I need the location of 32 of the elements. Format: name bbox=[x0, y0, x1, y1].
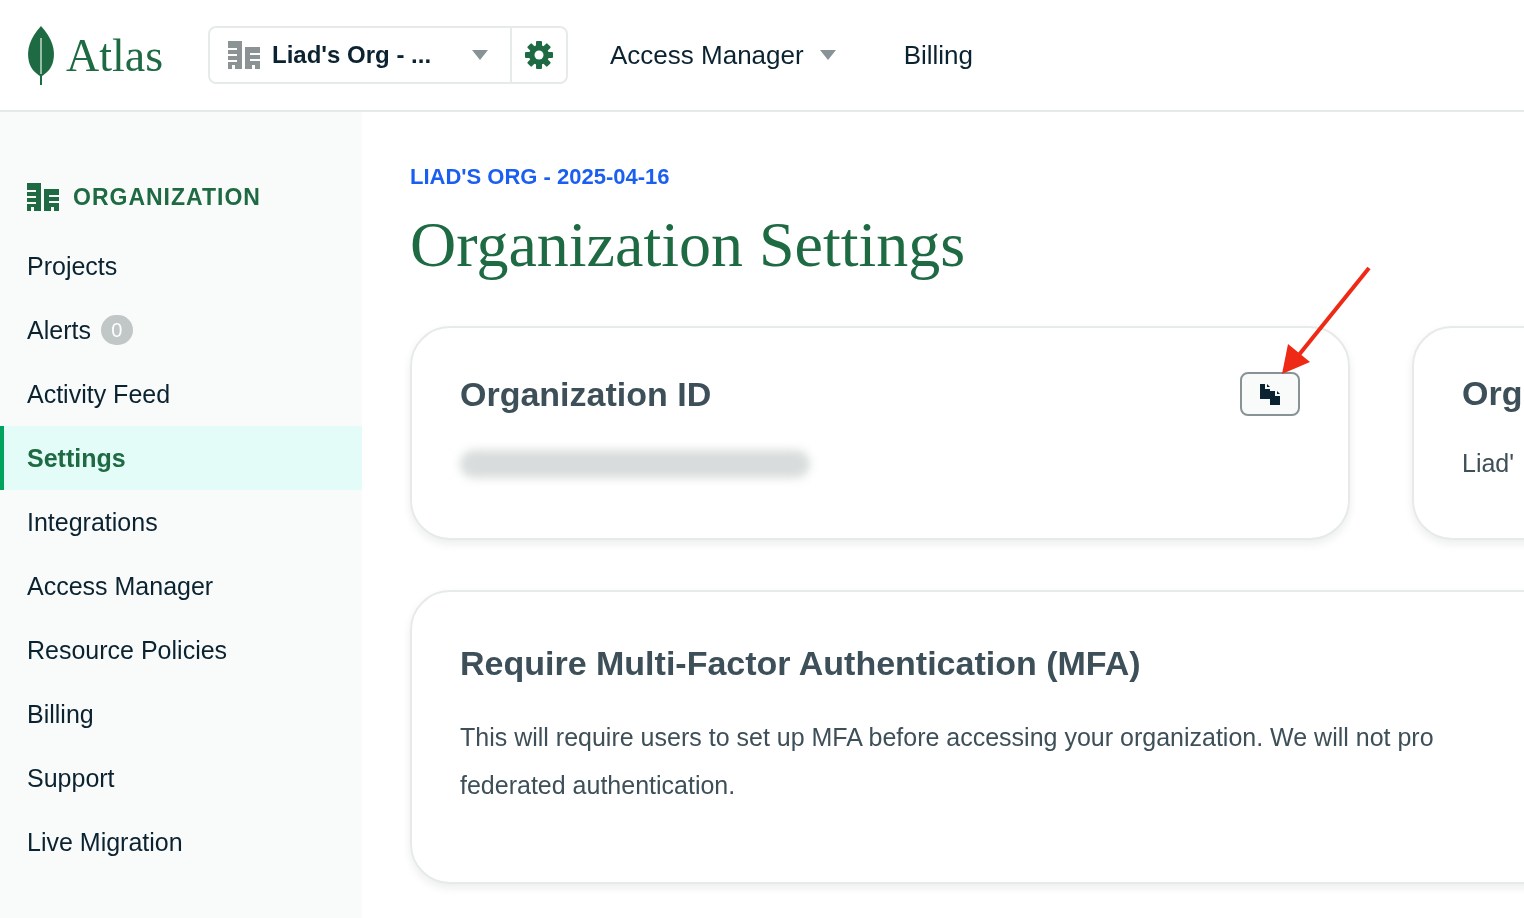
nav-dropdown[interactable]: Access Manager bbox=[610, 39, 836, 71]
card-value: Liad' bbox=[1462, 449, 1516, 478]
card-title: Organization ID bbox=[460, 374, 712, 414]
nav-link[interactable]: Billing bbox=[903, 39, 974, 71]
org-selector[interactable]: Liad's Org - ... bbox=[208, 26, 568, 84]
leaf-icon bbox=[26, 24, 56, 86]
logo-text: Atlas bbox=[66, 28, 164, 82]
caret-icon bbox=[819, 50, 836, 60]
section-heading: ORGANIZATION bbox=[73, 183, 261, 211]
description: This will require users to set up MFA before accessing your organization. We will not pro federated authentication. bbox=[460, 722, 1435, 801]
sidebar-item[interactable]: Alerts 0 bbox=[0, 298, 362, 362]
settings-icon bbox=[524, 40, 554, 70]
card-title: Org bbox=[1462, 374, 1524, 413]
breadcrumb: LIAD'S ORG - 2025-04-16 bbox=[410, 164, 671, 190]
card-title: Require Multi-Factor Authentication (MFA) bbox=[460, 644, 1141, 682]
page-title: Organization Settings bbox=[410, 208, 967, 282]
copy-button[interactable] bbox=[1240, 372, 1300, 416]
org-name: Liad's Org - ... bbox=[272, 41, 433, 69]
copy-icon bbox=[1257, 382, 1283, 406]
sidebar-item[interactable]: Resource Policies bbox=[0, 618, 362, 682]
sidebar-item[interactable]: Activity Feed bbox=[0, 362, 362, 426]
sidebar-item[interactable]: Integrations bbox=[0, 490, 362, 554]
building-icon bbox=[228, 41, 260, 69]
sidebar-item[interactable]: Settings bbox=[0, 426, 362, 490]
building-icon bbox=[27, 183, 59, 211]
sidebar-item[interactable]: Projects bbox=[0, 234, 362, 298]
caret-icon bbox=[472, 50, 488, 60]
sidebar-item[interactable]: Support bbox=[0, 746, 362, 810]
sidebar-item[interactable]: Live Migration bbox=[0, 810, 362, 874]
sidebar-item[interactable]: Access Manager bbox=[0, 554, 362, 618]
count-badge: 0 bbox=[100, 315, 133, 345]
sidebar-item[interactable]: Billing bbox=[0, 682, 362, 746]
